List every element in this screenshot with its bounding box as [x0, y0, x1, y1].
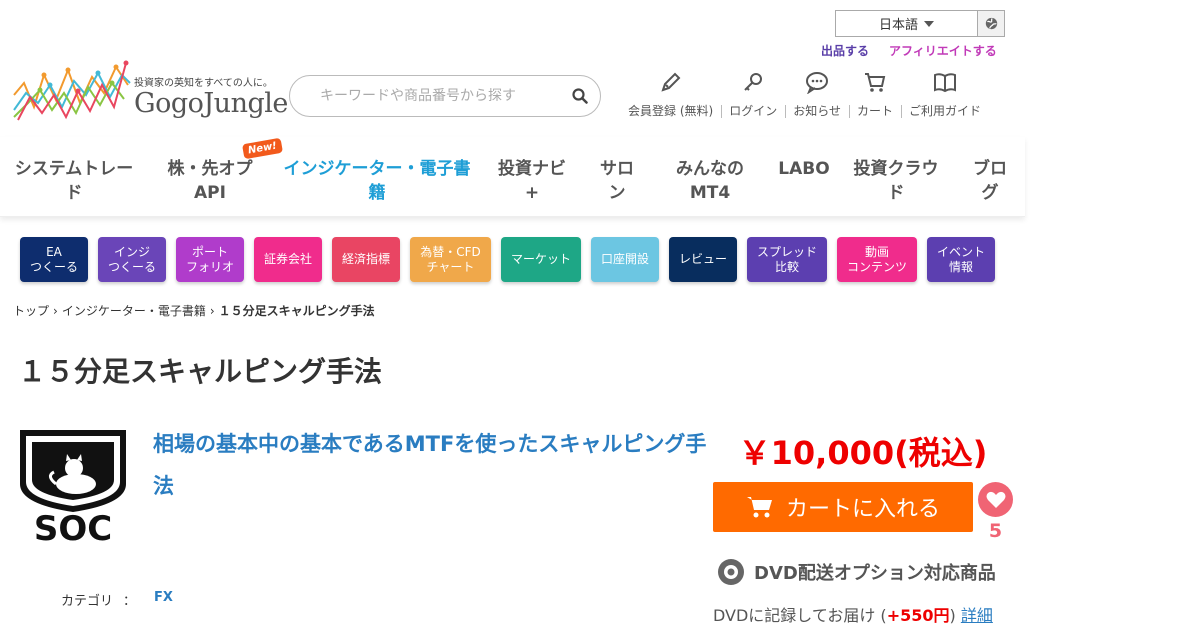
category-pill[interactable]: インジ つくーる	[98, 237, 166, 282]
nav-item-indicators[interactable]: インジケーター・電子書籍	[282, 157, 472, 205]
category-pill[interactable]: 為替・CFD チャート	[410, 237, 491, 282]
product-logo: SOC	[12, 424, 134, 549]
nav-item-mt4[interactable]: みんなのMT4	[670, 157, 750, 205]
category-link[interactable]: FX	[154, 590, 173, 609]
dvd-option-label: DVD配送オプション対応商品	[754, 563, 996, 584]
logo-tagline: 投資家の英知をすべての人に。	[134, 78, 273, 89]
breadcrumb-current: １５分足スキャルピング手法	[218, 304, 375, 318]
dvd-note: DVDに記録してお届け (+550円) 詳細	[713, 602, 993, 626]
nav-item-stock-api[interactable]: 株・先オプAPI	[160, 157, 260, 205]
product-logo-text: SOC	[34, 509, 112, 546]
dvd-detail-link[interactable]: 詳細	[961, 606, 993, 625]
category-pill[interactable]: 経済指標	[332, 237, 400, 282]
book-icon	[933, 73, 956, 93]
disc-icon	[718, 559, 744, 585]
sell-link[interactable]: 出品する	[821, 42, 869, 59]
nav-item-salon[interactable]: サロン	[594, 157, 640, 205]
guide-label: ご利用ガイド	[908, 104, 981, 118]
favorite-count: 5	[988, 520, 1003, 542]
register-label: 会員登録 (無料)	[628, 104, 714, 118]
nav-item-navi[interactable]: 投資ナビ+	[492, 157, 572, 205]
category-pill[interactable]: EA つくーる	[20, 237, 88, 282]
product-price: ￥10,000(税込)	[738, 434, 988, 472]
dvd-option: DVD配送オプション対応商品	[718, 559, 996, 585]
nav-item-labo[interactable]: LABO	[774, 157, 834, 181]
breadcrumb-category[interactable]: インジケーター・電子書籍	[62, 302, 206, 319]
breadcrumb-top[interactable]: トップ	[13, 302, 49, 319]
category-pill[interactable]: イベント 情報	[927, 237, 995, 282]
login-label: ログイン	[729, 104, 778, 118]
chat-icon	[806, 72, 829, 94]
nav-item-system-trade[interactable]: システムトレード	[10, 157, 138, 205]
breadcrumb-separator: ›	[209, 303, 215, 318]
main-nav: システムトレード 株・先オプAPI インジケーター・電子書籍 投資ナビ+ サロン…	[0, 137, 1025, 217]
cart-label: カート	[856, 104, 893, 118]
site-logo[interactable]: 投資家の英知をすべての人に。 GogoJungle	[12, 55, 288, 125]
category-separator: ：	[123, 594, 137, 609]
cart-icon	[864, 73, 886, 92]
dvd-price: +550円	[886, 606, 950, 625]
category-pill[interactable]: ポート フォリオ	[176, 237, 244, 282]
affiliate-link[interactable]: アフィリエイトする	[889, 42, 997, 59]
product-tagline: 相場の基本中の基本であるMTFを使ったスキャルピング手法	[153, 432, 707, 498]
breadcrumb: トップ › インジケーター・電子書籍 › １５分足スキャルピング手法	[13, 302, 375, 319]
search-icon[interactable]	[572, 88, 588, 104]
pencil-icon	[661, 72, 681, 92]
dvd-note-prefix: DVDに記録してお届け (	[713, 606, 887, 625]
search-input[interactable]	[320, 88, 572, 104]
category-label: カテゴリ	[61, 594, 114, 609]
breadcrumb-separator: ›	[53, 303, 58, 318]
user-menu: 会員登録 (無料) ログイン お知らせ カート ご利用ガイド	[620, 70, 989, 120]
notifications-label: お知らせ	[793, 104, 841, 118]
category-pill[interactable]: レビュー	[669, 237, 737, 282]
notifications-link[interactable]: お知らせ	[785, 70, 850, 119]
heart-icon	[986, 491, 1005, 508]
language-label: 日本語	[878, 18, 918, 33]
category-pill[interactable]: 口座開設	[591, 237, 659, 282]
search-box	[289, 75, 601, 117]
language-dropdown[interactable]: 日本語	[836, 11, 978, 36]
add-to-cart-button[interactable]: カートに入れる	[713, 482, 973, 532]
nav-item-cloud[interactable]: 投資クラウド	[850, 157, 942, 205]
category-pill[interactable]: マーケット	[501, 237, 581, 282]
globe-icon[interactable]	[978, 11, 1004, 36]
cart-link[interactable]: カート	[849, 70, 902, 119]
key-icon	[744, 73, 763, 91]
dvd-note-suffix: )	[949, 606, 956, 625]
guide-link[interactable]: ご利用ガイド	[901, 70, 989, 119]
favorite-button[interactable]	[978, 482, 1013, 517]
chevron-down-icon	[924, 20, 934, 27]
logo-name: GogoJungle	[134, 88, 288, 119]
category-pill[interactable]: 証券会社	[254, 237, 322, 282]
add-to-cart-label: カートに入れる	[785, 497, 940, 522]
logo-chart-icon	[13, 60, 131, 121]
register-link[interactable]: 会員登録 (無料)	[620, 70, 723, 119]
nav-item-blog[interactable]: ブログ	[968, 157, 1012, 205]
language-selector[interactable]: 日本語	[835, 10, 1005, 37]
product-category: カテゴリ ： FX	[61, 590, 173, 609]
login-link[interactable]: ログイン	[721, 70, 787, 119]
category-pill[interactable]: スプレッド 比較	[747, 237, 827, 282]
category-pill[interactable]: 動画 コンテンツ	[837, 237, 917, 282]
page-title: １５分足スキャルピング手法	[18, 355, 383, 388]
cart-icon	[746, 497, 772, 518]
